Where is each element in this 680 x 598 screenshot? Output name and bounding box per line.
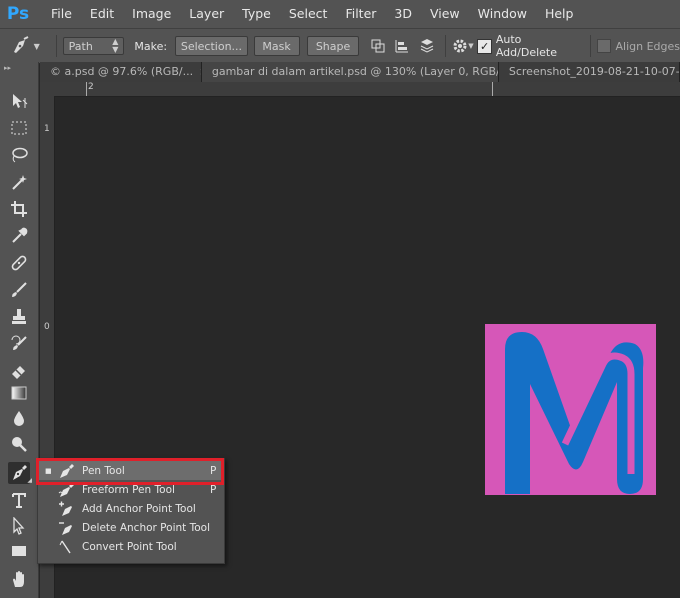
menu-select[interactable]: Select [280,0,337,28]
selection-button[interactable]: Selection... [175,36,248,56]
path-alignment-icon[interactable] [390,38,415,54]
history-brush-icon [11,335,27,350]
delete-anchor-icon [56,519,78,537]
divider [590,35,592,57]
path-arrangement-icon[interactable] [414,38,439,54]
menu-layer[interactable]: Layer [180,0,233,28]
document-tabs: © a.psd @ 97.6% (RGB/...× gambar di dala… [40,62,680,82]
marquee-icon [11,121,27,135]
menu-filter[interactable]: Filter [336,0,385,28]
gear-icon[interactable]: ▼ [452,38,474,54]
dodge-icon [12,437,27,452]
auto-add-delete-label: Auto Add/Delete [495,33,557,59]
mask-button[interactable]: Mask [253,36,300,56]
make-label: Make: [134,39,168,53]
tab-document-1[interactable]: © a.psd @ 97.6% (RGB/...× [40,62,202,82]
rectangle-icon [12,546,26,556]
lasso-tool[interactable] [8,144,30,166]
move-tool[interactable] [8,90,30,112]
tab-document-2[interactable]: gambar di dalam artikel.psd @ 130% (Laye… [201,62,499,82]
options-bar: ▼ Path ▲ ▼ Make: Selection... Mask Shape … [0,28,680,64]
eyedropper-icon [12,227,28,243]
hand-icon [13,571,24,587]
menu-3d[interactable]: 3D [385,0,421,28]
tab-document-3[interactable]: Screenshot_2019-08-21-10-07-... [498,62,680,82]
pen-icon [13,36,29,53]
lasso-icon [12,147,28,163]
chevron-down-icon: ▼ [468,42,474,50]
menu-edit[interactable]: Edit [81,0,123,28]
stamp-icon [12,309,26,324]
auto-add-delete-checkbox[interactable]: ✓ [477,38,492,54]
magic-wand-tool[interactable] [8,171,30,193]
marquee-tool[interactable] [8,117,30,139]
collapse-arrows-icon[interactable]: ▸▸ [4,64,11,72]
updown-icon: ▲ ▼ [112,37,119,54]
eraser-tool[interactable] [8,360,30,382]
tool-preset-picker[interactable]: ▼ [10,36,50,56]
ruler-mark: 0 [44,322,50,332]
history-brush-tool[interactable] [8,333,30,355]
dodge-tool[interactable] [8,433,30,455]
menu-bar: Ps File Edit Image Layer Type Select Fil… [0,0,680,28]
path-selection-icon [13,517,25,535]
gradient-tool[interactable] [8,382,30,404]
tool-group-marker-icon: ◢ [27,477,32,484]
highlight-box [36,458,224,485]
eraser-icon [12,366,25,379]
rectangle-tool[interactable] [8,540,30,562]
menu-image[interactable]: Image [123,0,180,28]
blur-tool[interactable] [8,407,30,429]
type-icon [12,493,26,508]
logo-image [485,324,656,495]
mode-select[interactable]: Path ▲ ▼ [62,37,125,55]
divider [55,35,57,57]
pen-icon [13,465,27,480]
align-edges-checkbox[interactable] [597,39,611,53]
ruler-mark: 1 [44,124,50,134]
hand-tool[interactable] [8,568,30,590]
brush-icon [12,282,27,297]
ruler-horizontal: 2 [40,82,680,97]
healing-brush-tool[interactable] [8,252,30,274]
path-operations-icon[interactable] [367,38,390,54]
menu-file[interactable]: File [42,0,81,28]
eyedropper-tool[interactable] [8,225,30,247]
m-logo-mark [505,332,644,494]
gradient-icon [11,386,27,400]
flyout-item-add-anchor-point-tool[interactable]: Add Anchor Point Tool [38,499,224,518]
menu-help[interactable]: Help [536,0,583,28]
chevron-down-icon: ▼ [33,41,40,51]
flyout-item-convert-point-tool[interactable]: Convert Point Tool [38,537,224,556]
divider [445,35,447,57]
menu-view[interactable]: View [421,0,469,28]
menu-window[interactable]: Window [469,0,536,28]
path-selection-tool[interactable] [8,515,30,537]
brush-tool[interactable] [8,279,30,301]
droplet-icon [14,411,24,426]
add-anchor-icon [56,500,78,518]
move-icon [13,94,28,108]
crop-tool[interactable] [8,198,30,220]
pen-tool[interactable]: ◢ [8,462,32,484]
crop-icon [11,201,27,217]
shape-button[interactable]: Shape [307,36,359,56]
ruler-mark: 2 [88,82,94,92]
flyout-item-delete-anchor-point-tool[interactable]: Delete Anchor Point Tool [38,518,224,537]
magic-wand-icon [12,175,27,190]
align-edges-label: Align Edges [615,39,680,53]
clone-stamp-tool[interactable] [8,306,30,328]
tools-panel: ▸▸ ◢ [0,62,39,598]
convert-point-icon [56,538,78,556]
bandage-icon [11,255,27,271]
type-tool[interactable] [8,489,30,511]
photoshop-logo: Ps [6,4,30,24]
menu-type[interactable]: Type [233,0,280,28]
